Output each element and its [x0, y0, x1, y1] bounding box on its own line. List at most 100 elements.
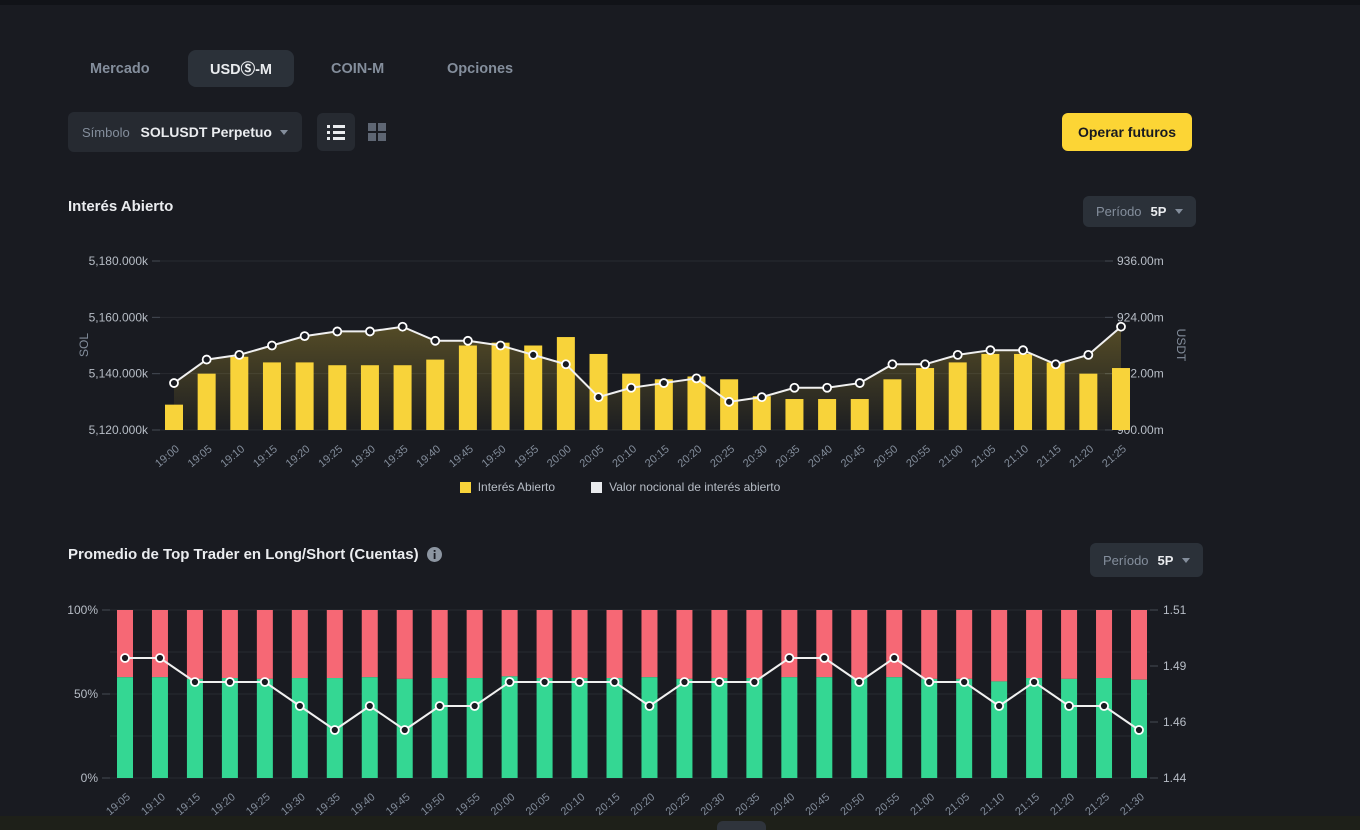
svg-text:20:25: 20:25	[708, 443, 737, 470]
svg-text:19:20: 19:20	[284, 443, 313, 470]
bottom-handle	[717, 821, 766, 830]
svg-text:19:10: 19:10	[139, 791, 168, 818]
symbol-label: Símbolo	[82, 125, 130, 140]
tab-usds-m[interactable]: USDⓈ-M	[188, 50, 294, 87]
svg-text:19:35: 19:35	[314, 791, 343, 818]
svg-text:20:15: 20:15	[643, 443, 672, 470]
svg-text:21:05: 21:05	[943, 791, 972, 818]
legend-label: Valor nocional de interés abierto	[609, 480, 780, 494]
x-axis-labels: 19:0019:0519:1019:1519:2019:2519:3019:35…	[153, 443, 1129, 470]
svg-text:20:30: 20:30	[699, 791, 728, 818]
svg-text:20:25: 20:25	[664, 791, 693, 818]
grid-view-button[interactable]	[363, 118, 391, 146]
svg-text:20:30: 20:30	[741, 443, 770, 470]
svg-text:20:00: 20:00	[489, 791, 518, 818]
grid-icon	[368, 123, 386, 141]
top-trader-title-text: Promedio de Top Trader en Long/Short (Cu…	[68, 546, 419, 563]
svg-text:20:10: 20:10	[559, 791, 588, 818]
open-interest-chart[interactable]: 5,180.000k 936.00m 5,160.000k 924.00m 5,140.…	[0, 240, 1240, 475]
left-axis-name: SOL	[77, 333, 91, 357]
svg-text:50%: 50%	[74, 687, 98, 701]
svg-text:20:20: 20:20	[676, 443, 705, 470]
svg-text:20:15: 20:15	[594, 791, 623, 818]
legend-item-open-interest[interactable]: Interés Abierto	[460, 480, 555, 494]
svg-text:5,120.000k: 5,120.000k	[89, 423, 149, 437]
svg-text:20:50: 20:50	[872, 443, 901, 470]
chevron-down-icon	[1182, 558, 1190, 563]
open-interest-period-select[interactable]: Período 5P	[1083, 196, 1196, 227]
svg-text:19:10: 19:10	[218, 443, 247, 470]
period-label: Período	[1096, 204, 1142, 219]
svg-text:21:30: 21:30	[1118, 791, 1147, 818]
svg-text:5,180.000k: 5,180.000k	[89, 254, 149, 268]
svg-text:1.46: 1.46	[1163, 715, 1187, 729]
next-section-peek	[0, 816, 1360, 830]
period-value: 5P	[1158, 553, 1174, 568]
symbol-select[interactable]: Símbolo SOLUSDT Perpetuo	[68, 112, 302, 152]
svg-text:5,140.000k: 5,140.000k	[89, 367, 149, 381]
tab-opciones[interactable]: Opciones	[447, 50, 513, 87]
svg-text:19:30: 19:30	[349, 443, 378, 470]
svg-text:19:45: 19:45	[447, 443, 476, 470]
svg-text:19:45: 19:45	[384, 791, 413, 818]
svg-text:21:15: 21:15	[1013, 791, 1042, 818]
svg-text:21:25: 21:25	[1100, 443, 1129, 470]
svg-text:100%: 100%	[67, 603, 98, 617]
top-edge	[0, 0, 1360, 5]
legend-label: Interés Abierto	[478, 480, 555, 494]
svg-text:19:55: 19:55	[512, 443, 541, 470]
svg-text:21:10: 21:10	[978, 791, 1007, 818]
svg-text:20:35: 20:35	[774, 443, 803, 470]
svg-text:21:20: 21:20	[1067, 443, 1096, 470]
tab-mercado[interactable]: Mercado	[90, 50, 150, 87]
svg-text:19:55: 19:55	[454, 791, 483, 818]
trade-futures-button[interactable]: Operar futuros	[1062, 113, 1192, 151]
svg-text:1.51: 1.51	[1163, 603, 1187, 617]
open-interest-title: Interés Abierto	[68, 198, 173, 215]
svg-text:19:05: 19:05	[104, 791, 133, 818]
svg-text:19:40: 19:40	[349, 791, 378, 818]
svg-text:21:00: 21:00	[937, 443, 966, 470]
svg-text:21:20: 21:20	[1048, 791, 1077, 818]
svg-text:1.49: 1.49	[1163, 659, 1187, 673]
svg-text:936.00m: 936.00m	[1117, 254, 1164, 268]
svg-text:5,160.000k: 5,160.000k	[89, 310, 149, 324]
info-icon[interactable]	[427, 547, 442, 562]
svg-text:19:20: 19:20	[209, 791, 238, 818]
open-interest-legend: Interés Abierto Valor nocional de interé…	[0, 480, 1240, 494]
x-axis-labels: 19:0519:1019:1519:2019:2519:3019:3519:40…	[104, 791, 1147, 818]
list-icon	[327, 124, 345, 140]
tab-coin-m[interactable]: COIN-M	[331, 50, 384, 87]
svg-text:20:00: 20:00	[545, 443, 574, 470]
list-view-button[interactable]	[317, 113, 355, 151]
top-trader-title: Promedio de Top Trader en Long/Short (Cu…	[68, 546, 442, 563]
svg-text:20:40: 20:40	[768, 791, 797, 818]
svg-text:19:15: 19:15	[174, 791, 203, 818]
svg-text:20:40: 20:40	[806, 443, 835, 470]
svg-text:20:10: 20:10	[610, 443, 639, 470]
svg-text:19:00: 19:00	[153, 443, 182, 470]
right-axis-name: USDT	[1174, 329, 1188, 362]
top-trader-period-select[interactable]: Período 5P	[1090, 543, 1203, 577]
svg-text:19:30: 19:30	[279, 791, 308, 818]
svg-text:20:20: 20:20	[629, 791, 658, 818]
svg-text:20:05: 20:05	[578, 443, 607, 470]
svg-text:19:50: 19:50	[419, 791, 448, 818]
open-interest-title-text: Interés Abierto	[68, 198, 173, 215]
svg-text:19:50: 19:50	[480, 443, 509, 470]
svg-text:19:15: 19:15	[251, 443, 280, 470]
legend-swatch-yellow	[460, 482, 471, 493]
svg-text:19:25: 19:25	[316, 443, 345, 470]
svg-text:20:55: 20:55	[873, 791, 902, 818]
svg-text:19:40: 19:40	[414, 443, 443, 470]
svg-text:21:05: 21:05	[970, 443, 999, 470]
period-value: 5P	[1151, 204, 1167, 219]
svg-text:20:45: 20:45	[839, 443, 868, 470]
svg-text:924.00m: 924.00m	[1117, 310, 1164, 324]
top-trader-chart[interactable]: 100%50%0%1.511.491.461.4419:0519:1019:15…	[0, 595, 1240, 830]
svg-text:20:50: 20:50	[838, 791, 867, 818]
legend-item-notional[interactable]: Valor nocional de interés abierto	[591, 480, 780, 494]
svg-text:0%: 0%	[81, 771, 99, 785]
svg-text:20:05: 20:05	[524, 791, 553, 818]
svg-text:20:35: 20:35	[734, 791, 763, 818]
